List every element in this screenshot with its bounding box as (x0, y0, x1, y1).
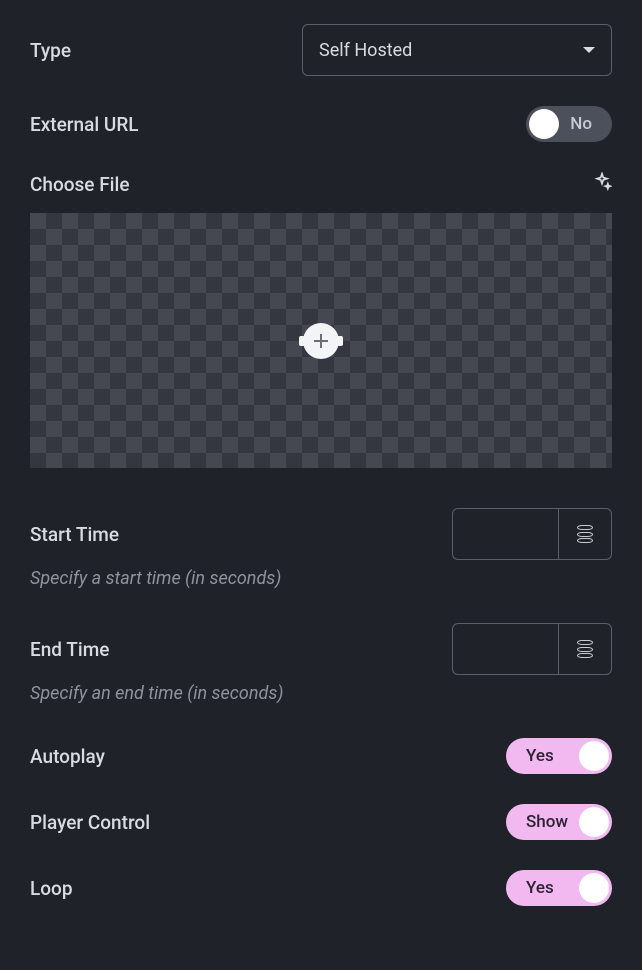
end-time-dynamic-button[interactable] (558, 623, 612, 675)
end-time-input[interactable] (452, 623, 558, 675)
loop-label: Loop (30, 877, 73, 900)
loop-toggle[interactable]: Yes (506, 870, 612, 906)
toggle-knob (579, 741, 609, 771)
start-time-dynamic-button[interactable] (558, 508, 612, 560)
start-time-label: Start Time (30, 523, 119, 546)
start-time-input[interactable] (452, 508, 558, 560)
player-control-toggle[interactable]: Show (506, 804, 612, 840)
external-url-toggle[interactable]: No (526, 106, 612, 142)
toggle-knob (579, 807, 609, 837)
database-icon (577, 525, 593, 543)
external-url-toggle-text: No (570, 114, 592, 134)
start-time-hint: Specify a start time (in seconds) (30, 568, 612, 589)
loop-toggle-text: Yes (526, 878, 554, 898)
end-time-label: End Time (30, 638, 109, 661)
type-label: Type (30, 39, 71, 62)
file-dropzone[interactable] (30, 213, 612, 468)
sparkle-icon[interactable] (592, 172, 612, 197)
autoplay-label: Autoplay (30, 745, 105, 768)
toggle-knob (579, 873, 609, 903)
type-select-value: Self Hosted (319, 40, 412, 61)
end-time-hint: Specify an end time (in seconds) (30, 683, 612, 704)
chevron-down-icon (583, 47, 595, 53)
choose-file-label: Choose File (30, 173, 130, 196)
autoplay-toggle-text: Yes (526, 746, 554, 766)
add-file-icon (303, 323, 339, 359)
toggle-knob (529, 109, 559, 139)
database-icon (577, 640, 593, 658)
type-select[interactable]: Self Hosted (302, 24, 612, 76)
autoplay-toggle[interactable]: Yes (506, 738, 612, 774)
external-url-label: External URL (30, 113, 139, 136)
player-control-toggle-text: Show (526, 812, 568, 832)
player-control-label: Player Control (30, 811, 150, 834)
